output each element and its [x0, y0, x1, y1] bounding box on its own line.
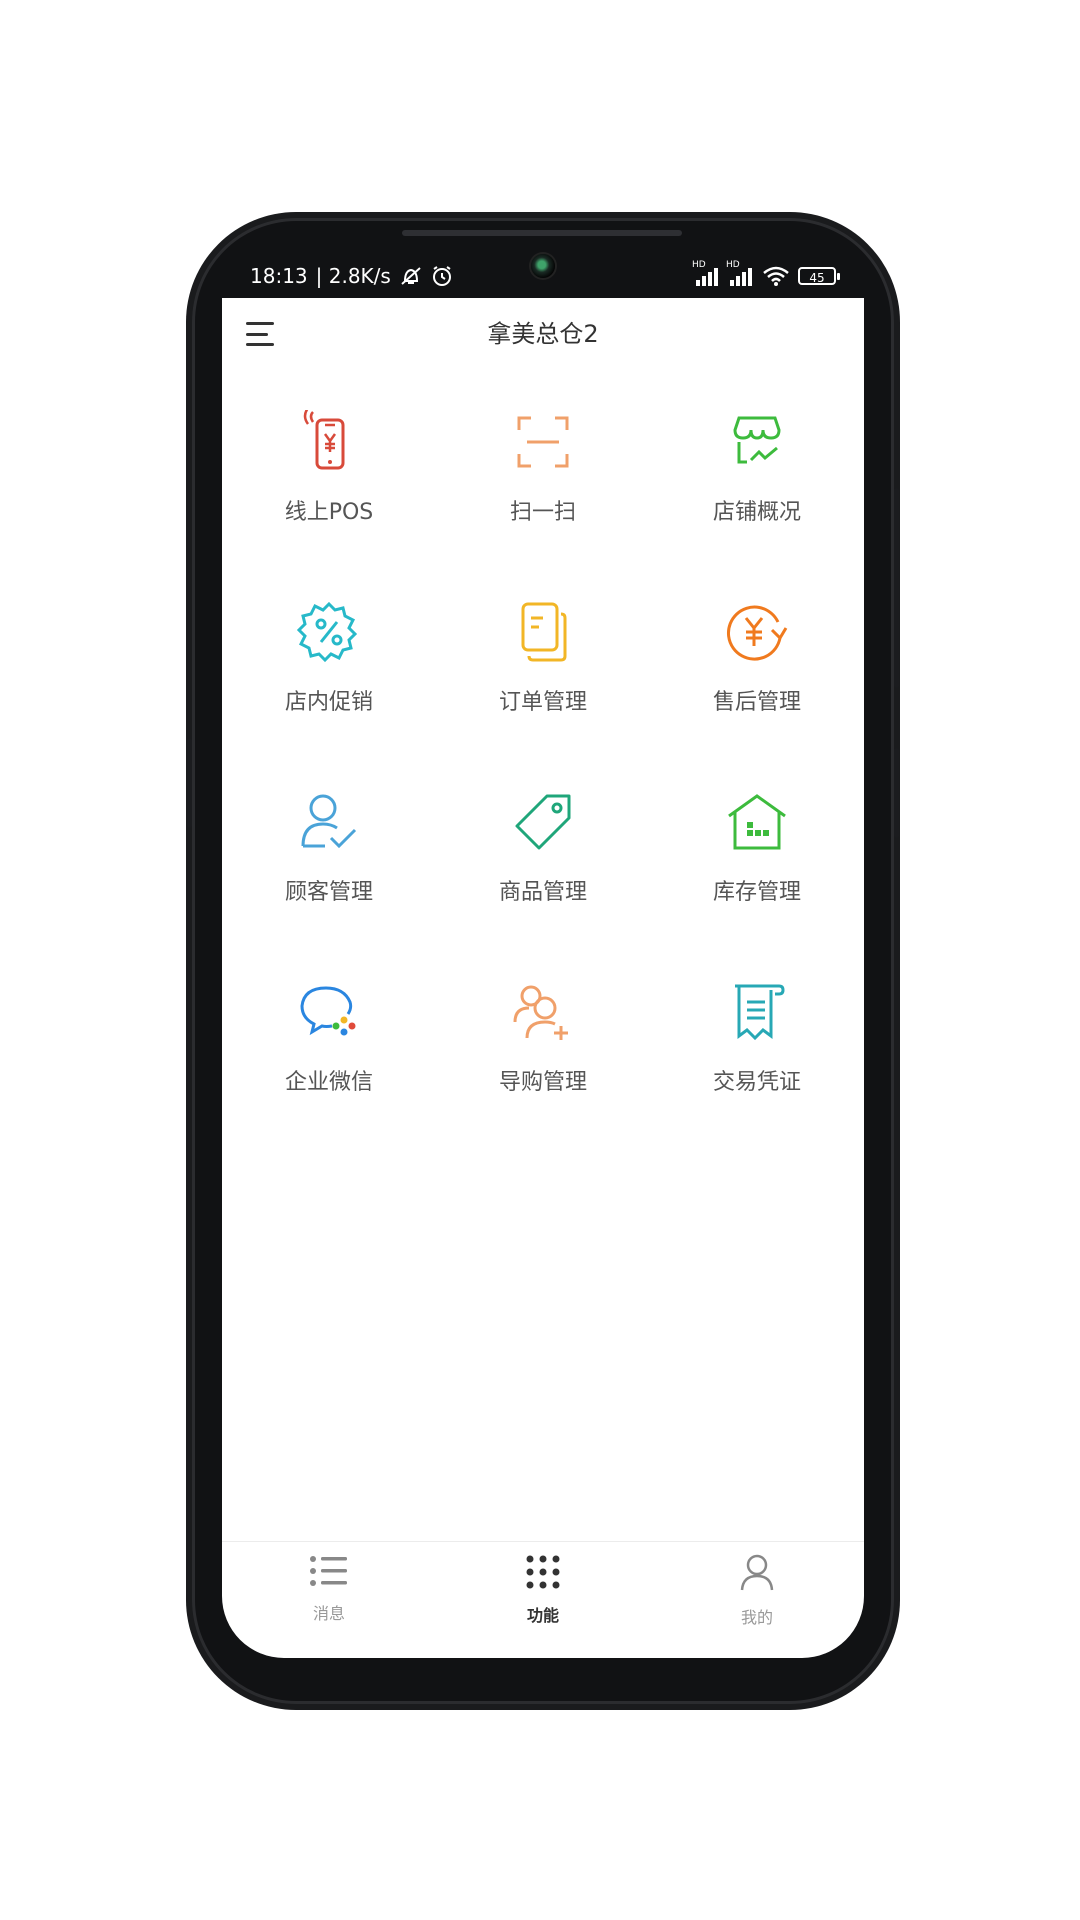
function-label: 交易凭证: [712, 1070, 801, 1095]
function-store-overview[interactable]: 店铺概况: [650, 398, 864, 588]
shopping-guide-icon: [505, 974, 581, 1050]
function-online-pos[interactable]: 线上POS: [222, 398, 436, 588]
side-button-left: [187, 738, 192, 828]
function-inventory-management[interactable]: 库存管理: [650, 778, 864, 968]
function-customer-management[interactable]: 顾客管理: [222, 778, 436, 968]
function-label: 扫一扫: [509, 500, 576, 525]
nav-profile[interactable]: 我的: [650, 1542, 864, 1658]
signal-icon-1: HD: [692, 260, 720, 286]
nav-label: 我的: [740, 1608, 773, 1627]
nav-label: 消息: [312, 1604, 345, 1623]
nav-label: 功能: [526, 1606, 559, 1625]
phone-frame: 18:13 | 2.8K/s HD HD 45 拿美总仓2 线上POS 扫一扫 …: [187, 218, 899, 1704]
scan-icon: [505, 404, 581, 480]
status-net-speed: | 2.8K/s: [315, 264, 391, 288]
nav-messages[interactable]: 消息: [222, 1542, 436, 1658]
app-bar: 拿美总仓2: [222, 298, 864, 370]
function-label: 商品管理: [498, 880, 587, 905]
status-time: 18:13: [250, 264, 308, 288]
wifi-icon: [762, 266, 790, 286]
function-shopping-guide[interactable]: 导购管理: [436, 968, 650, 1158]
function-label: 顾客管理: [284, 880, 373, 905]
store-overview-icon: [719, 404, 795, 480]
alarm-icon: [431, 265, 453, 287]
side-button-right-power: [894, 748, 899, 838]
status-bar: 18:13 | 2.8K/s HD HD 45: [250, 258, 840, 294]
function-label: 导购管理: [498, 1070, 587, 1095]
function-grid: 线上POS 扫一扫 店铺概况 店内促销 订单管理 售后管理 顾客管理 商品管理 …: [222, 398, 864, 1158]
grid-icon: [525, 1554, 561, 1594]
function-label: 企业微信: [284, 1070, 373, 1095]
function-scan[interactable]: 扫一扫: [436, 398, 650, 588]
page-title: 拿美总仓2: [487, 320, 599, 348]
earpiece: [402, 230, 682, 236]
mobile-pos-icon: [291, 404, 367, 480]
product-tag-icon: [505, 784, 581, 860]
app-screen: 拿美总仓2 线上POS 扫一扫 店铺概况 店内促销 订单管理 售后管理 顾客管理…: [222, 298, 864, 1658]
signal-hd-label-1: HD: [692, 260, 706, 270]
function-label: 库存管理: [712, 880, 801, 905]
order-icon: [505, 594, 581, 670]
signal-icon-2: HD: [726, 260, 754, 286]
function-wecom[interactable]: 企业微信: [222, 968, 436, 1158]
wecom-icon: [291, 974, 367, 1050]
after-sale-icon: [719, 594, 795, 670]
function-order-management[interactable]: 订单管理: [436, 588, 650, 778]
function-label: 店内促销: [284, 690, 373, 715]
customer-icon: [291, 784, 367, 860]
function-transaction-receipt[interactable]: 交易凭证: [650, 968, 864, 1158]
function-label: 订单管理: [498, 690, 587, 715]
function-product-management[interactable]: 商品管理: [436, 778, 650, 968]
function-label: 线上POS: [284, 500, 374, 525]
mute-icon: [399, 265, 423, 287]
inventory-icon: [719, 784, 795, 860]
function-in-store-promotion[interactable]: 店内促销: [222, 588, 436, 778]
nav-functions[interactable]: 功能: [436, 1542, 650, 1658]
signal-hd-label-2: HD: [726, 260, 740, 270]
function-after-sale[interactable]: 售后管理: [650, 588, 864, 778]
bottom-nav: 消息 功能 我的: [222, 1541, 864, 1658]
list-icon: [309, 1554, 349, 1592]
function-label: 店铺概况: [712, 500, 801, 525]
function-label: 售后管理: [712, 690, 801, 715]
battery-icon: 45: [798, 267, 840, 285]
side-button-right-volume: [894, 488, 899, 688]
user-icon: [739, 1554, 775, 1596]
receipt-icon: [719, 974, 795, 1050]
page: 18:13 | 2.8K/s HD HD 45 拿美总仓2 线上POS 扫一扫 …: [0, 0, 1080, 1920]
promotion-icon: [291, 594, 367, 670]
